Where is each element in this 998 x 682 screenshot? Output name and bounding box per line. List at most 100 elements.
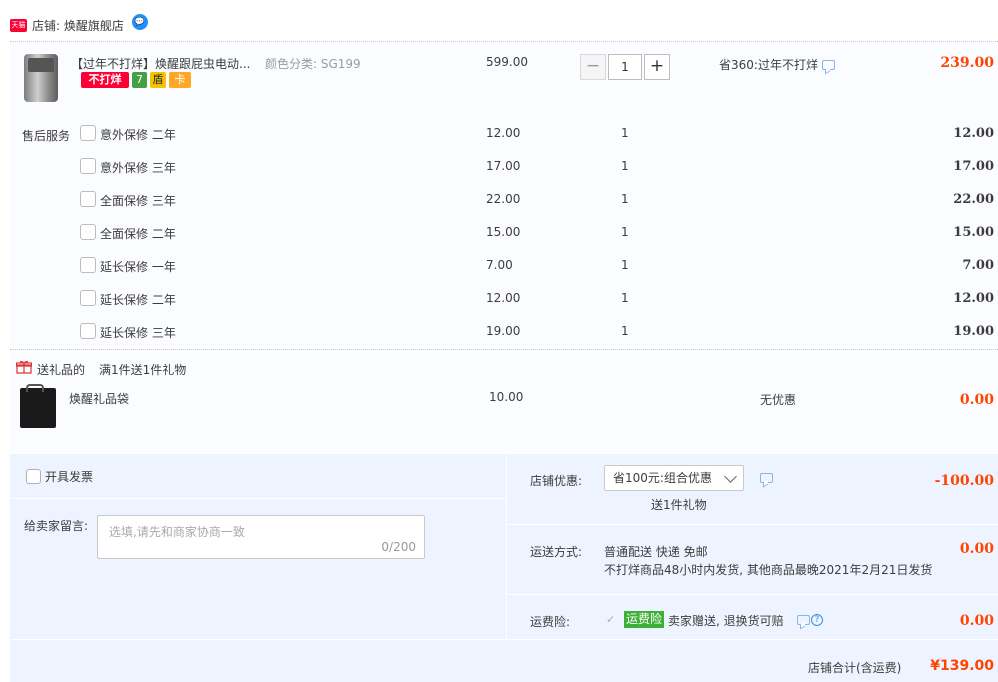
service-price: 15.00 [486,225,521,239]
service-name: 延长保修 三年 [100,326,176,340]
gift-note: 送1件礼物 [651,498,707,512]
service-price: 17.00 [486,159,521,173]
gift-price: 10.00 [489,390,524,404]
order-footer: 开具发票 给卖家留言: 选填,请先和商家协商一致 0/200 店铺优惠: 省10… [10,454,998,639]
service-qty: 1 [621,126,629,140]
service-total: 12.00 [953,126,994,141]
service-total: 12.00 [953,291,994,306]
message-char-count: 0/200 [381,540,416,554]
service-row: 延长保修 三年 19.00 1 19.00 [10,322,998,342]
service-checkbox[interactable] [80,290,96,306]
coupon-select[interactable]: 省100元:组合优惠 [604,465,744,491]
service-row: 意外保修 二年 12.00 1 12.00 [10,124,998,144]
product-subtotal: 239.00 [940,55,994,71]
service-qty: 1 [621,291,629,305]
product-thumbnail[interactable] [24,54,58,102]
shop-total-value: ¥139.00 [930,658,994,674]
service-total: 17.00 [953,159,994,174]
service-qty: 1 [621,258,629,272]
service-name: 意外保修 二年 [100,128,176,142]
chevron-down-icon [724,470,737,483]
service-checkbox[interactable] [80,125,96,141]
service-price: 12.00 [486,126,521,140]
service-qty: 1 [621,324,629,338]
no-closing-tag: 不打烊 [81,72,129,88]
shield-icon: 盾 [150,72,166,88]
shop-header: 天猫 店铺: 焕醒旗舰店 💬 [10,14,148,36]
message-placeholder: 选填,请先和商家协商一致 [109,525,245,539]
service-total: 22.00 [953,192,994,207]
product-sku: 颜色分类: SG199 [265,57,361,71]
divider [10,498,506,499]
service-name: 延长保修 二年 [100,293,176,307]
shop-total-label: 店铺合计(含运费) [808,661,902,675]
service-total: 7.00 [962,258,994,273]
shop-discount-label: 店铺优惠: [530,474,583,488]
service-qty: 1 [621,159,629,173]
insurance-value: 0.00 [959,613,994,629]
insurance-text: 卖家赠送, 退换货可赔 [668,614,784,628]
wangwang-chat-icon[interactable]: 💬 [131,14,148,30]
increase-quantity-button[interactable]: + [644,54,670,80]
product-unit-price: 599.00 [486,55,528,69]
checkmark-icon: ✓ [606,613,616,626]
shipping-label: 运送方式: [530,545,583,559]
service-total: 19.00 [953,324,994,339]
gift-thumbnail[interactable] [20,384,56,428]
coupon-selected: 省100元:组合优惠 [613,471,712,485]
gift-label: 送礼品的 [37,363,86,377]
insurance-icons: ? [797,614,823,626]
service-name: 延长保修 一年 [100,260,176,274]
gift-total: 0.00 [959,392,994,408]
service-checkbox[interactable] [80,158,96,174]
invoice-option[interactable]: 开具发票 [26,468,93,485]
service-name: 全面保修 二年 [100,227,176,241]
comment-bubble-icon[interactable] [760,473,773,483]
service-price: 12.00 [486,291,521,305]
product-discount: 省360:过年不打烊 [719,56,835,73]
insurance-label: 运费险: [530,615,571,629]
product-block: 【过年不打烊】焕醒跟屁虫电动... 颜色分类: SG199 不打烊 7 盾 卡 … [10,41,998,347]
service-checkbox[interactable] [80,257,96,273]
seven-day-return-icon: 7 [132,72,147,88]
service-row: 全面保修 二年 15.00 1 15.00 [10,223,998,243]
help-icon[interactable]: ? [811,614,823,626]
quantity-input[interactable]: 1 [608,54,642,80]
gift-block: 送礼品的 满1件送1件礼物 焕醒礼品袋 10.00 无优惠 0.00 [10,349,998,452]
service-price: 22.00 [486,192,521,206]
service-checkbox[interactable] [80,224,96,240]
insurance-tag: 运费险 [624,611,665,628]
quantity-stepper: − 1 + [580,54,670,80]
decrease-quantity-button[interactable]: − [580,54,606,80]
service-row: 全面保修 三年 22.00 1 22.00 [10,190,998,210]
discount-text: 省360:过年不打烊 [719,58,818,72]
service-total: 15.00 [953,225,994,240]
service-row: 延长保修 一年 7.00 1 7.00 [10,256,998,276]
comment-bubble-icon[interactable] [797,615,810,625]
shipping-value: 0.00 [959,541,994,557]
comment-bubble-icon[interactable] [821,59,835,70]
shop-discount-value: -100.00 [934,473,994,489]
product-title-link[interactable]: 【过年不打烊】焕醒跟屁虫电动... [71,55,250,72]
service-checkbox[interactable] [80,191,96,207]
gift-name[interactable]: 焕醒礼品袋 [69,390,129,407]
divider [506,454,507,639]
service-name: 全面保修 三年 [100,194,176,208]
service-row: 延长保修 二年 12.00 1 12.00 [10,289,998,309]
service-row: 意外保修 三年 17.00 1 17.00 [10,157,998,177]
shop-name-link[interactable]: 店铺: 焕醒旗舰店 [32,17,124,34]
gift-rule: 满1件送1件礼物 [99,363,187,377]
service-price: 7.00 [486,258,513,272]
invoice-checkbox[interactable] [26,469,41,484]
message-label: 给卖家留言: [24,519,89,533]
service-price: 19.00 [486,324,521,338]
gift-discount: 无优惠 [760,393,797,407]
divider [507,524,998,525]
product-tags: 不打烊 7 盾 卡 [81,72,191,88]
shop-total-row: 店铺合计(含运费) ¥139.00 [10,639,998,682]
service-checkbox[interactable] [80,323,96,339]
invoice-label: 开具发票 [45,470,94,484]
seller-message-input[interactable]: 选填,请先和商家协商一致 0/200 [97,515,425,559]
credit-card-icon: 卡 [169,72,191,88]
tmall-badge: 天猫 [10,18,27,32]
